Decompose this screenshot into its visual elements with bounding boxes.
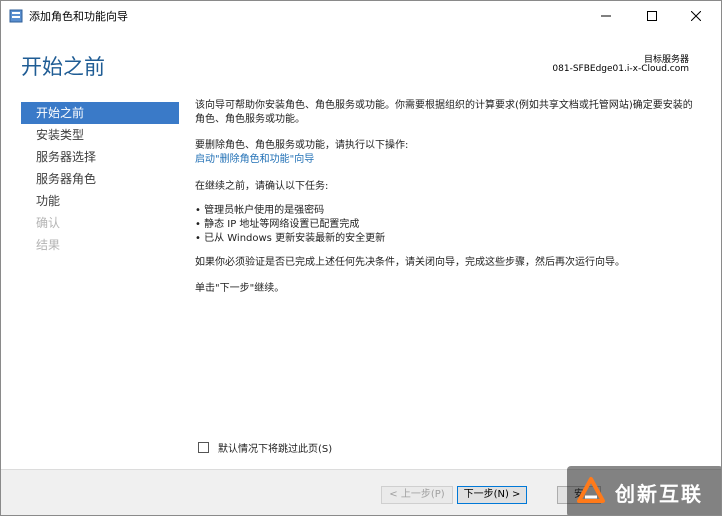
nav-item-installation-type[interactable]: 安装类型 (21, 124, 179, 146)
next-button[interactable]: 下一步(N) > (457, 486, 527, 504)
wizard-steps-nav: 开始之前 安装类型 服务器选择 服务器角色 功能 确认 结果 (21, 102, 179, 256)
next-instruction-text: 单击"下一步"继续。 (195, 283, 285, 294)
maximize-icon (647, 11, 657, 21)
target-server-name: 081-SFBEdge01.i-x-Cloud.com (552, 64, 689, 74)
list-item: • 已从 Windows 更新安装最新的安全更新 (195, 233, 386, 244)
remove-roles-wizard-link[interactable]: 启动"删除角色和功能"向导 (195, 154, 314, 165)
close-button[interactable] (673, 1, 719, 31)
server-manager-icon (9, 9, 23, 23)
close-icon (691, 11, 701, 21)
page-title: 开始之前 (21, 55, 105, 79)
intro-text: 该向导可帮助你安装角色、角色服务或功能。你需要根据组织的计算要求(例如共享文档或… (195, 100, 693, 125)
nav-item-server-roles[interactable]: 服务器角色 (21, 168, 179, 190)
previous-button[interactable]: < 上一步(P) (381, 486, 453, 504)
brand-logo-icon (577, 477, 605, 503)
wizard-window: 添加角色和功能向导 开始之前 目标服务器 081-SFBEdge01.i-x-C… (0, 0, 722, 516)
watermark-text: 创新互联 (615, 482, 703, 506)
maximize-button[interactable] (629, 1, 675, 31)
nav-item-confirmation: 确认 (36, 216, 61, 230)
title-bar: 添加角色和功能向导 (1, 1, 721, 31)
list-item: • 静态 IP 地址等网络设置已配置完成 (195, 219, 360, 230)
window-title: 添加角色和功能向导 (29, 10, 128, 23)
task-list: • 管理员帐户使用的是强密码 • 静态 IP 地址等网络设置已配置完成 • 已从… (195, 204, 700, 246)
minimize-button[interactable] (583, 1, 629, 31)
list-item: • 管理员帐户使用的是强密码 (195, 205, 325, 216)
nav-item-results: 结果 (36, 238, 61, 252)
nav-item-server-selection[interactable]: 服务器选择 (21, 146, 179, 168)
skip-page-checkbox[interactable] (198, 442, 209, 453)
watermark-overlay: 创新互联 (567, 466, 721, 515)
skip-page-option: 默认情况下将跳过此页(S) (198, 440, 332, 455)
nav-item-features[interactable]: 功能 (21, 190, 179, 212)
before-continue-text: 在继续之前，请确认以下任务: (195, 181, 329, 192)
remove-instructions: 要删除角色、角色服务或功能，请执行以下操作: (195, 140, 409, 151)
nav-item-before-you-begin[interactable]: 开始之前 (21, 102, 179, 124)
skip-page-label[interactable]: 默认情况下将跳过此页(S) (218, 440, 332, 455)
verify-prerequisites-text: 如果你必须验证是否已完成上述任何先决条件，请关闭向导，完成这些步骤，然后再次运行… (195, 257, 625, 268)
minimize-icon (601, 15, 611, 17)
content-panel: 该向导可帮助你安装角色、角色服务或功能。你需要根据组织的计算要求(例如共享文档或… (195, 99, 700, 296)
